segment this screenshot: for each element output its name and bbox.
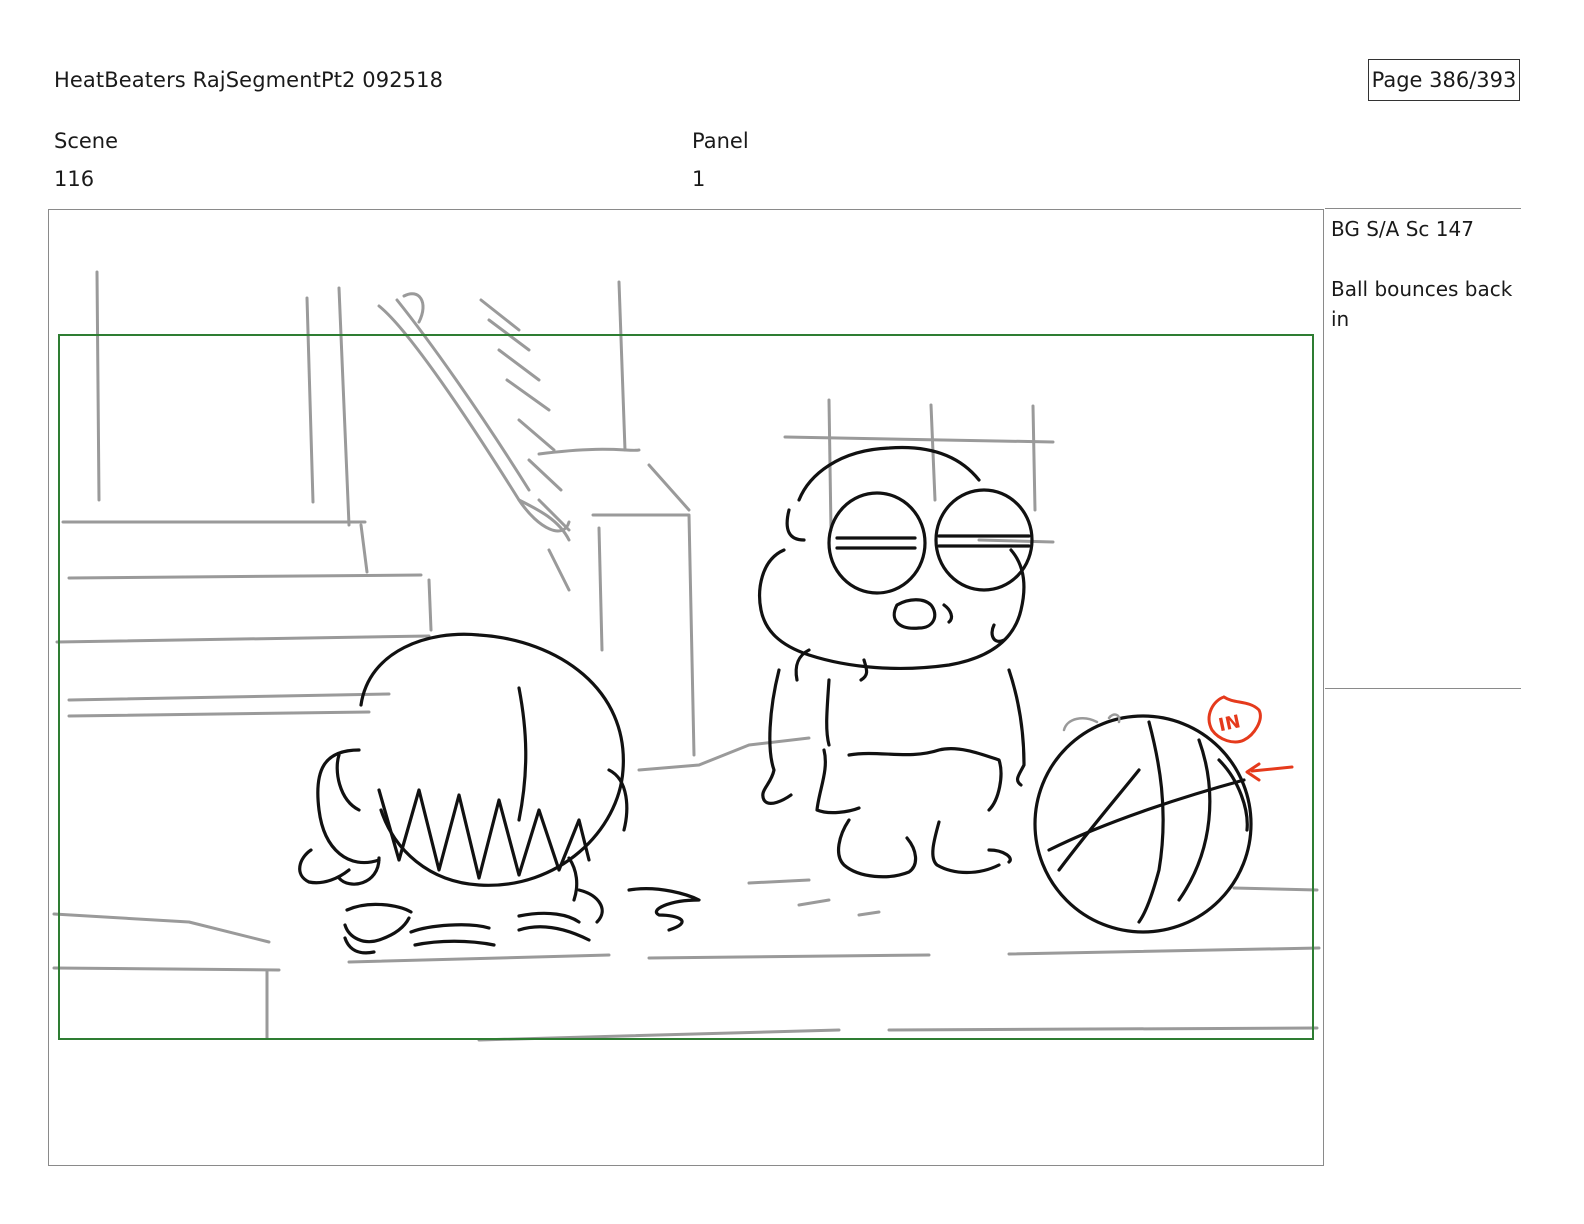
in-annotation (1207, 695, 1294, 782)
storyboard-panel: IN (48, 209, 1324, 1166)
basketball (1033, 714, 1253, 934)
notes-bottom-rule (1325, 688, 1521, 689)
description-note: Ball bounces back in (1331, 277, 1513, 331)
document-title: HeatBeaters RajSegmentPt2 092518 (54, 68, 444, 92)
action-note: BG S/A Sc 147 (1331, 217, 1474, 241)
scene-number: 116 (54, 167, 95, 191)
crouching-character (298, 632, 701, 955)
background-sketch (52, 270, 1321, 1042)
scene-label: Scene (54, 129, 119, 153)
page-number-box: Page 386/393 (1368, 59, 1520, 101)
panel-number: 1 (692, 167, 706, 191)
standing-character (758, 445, 1034, 879)
notes-top-rule (1325, 208, 1521, 209)
panel-label: Panel (692, 129, 749, 153)
safe-frame (58, 334, 1314, 1040)
storyboard-drawing: IN (52, 270, 1321, 1042)
in-annotation-text: IN (1217, 711, 1243, 736)
